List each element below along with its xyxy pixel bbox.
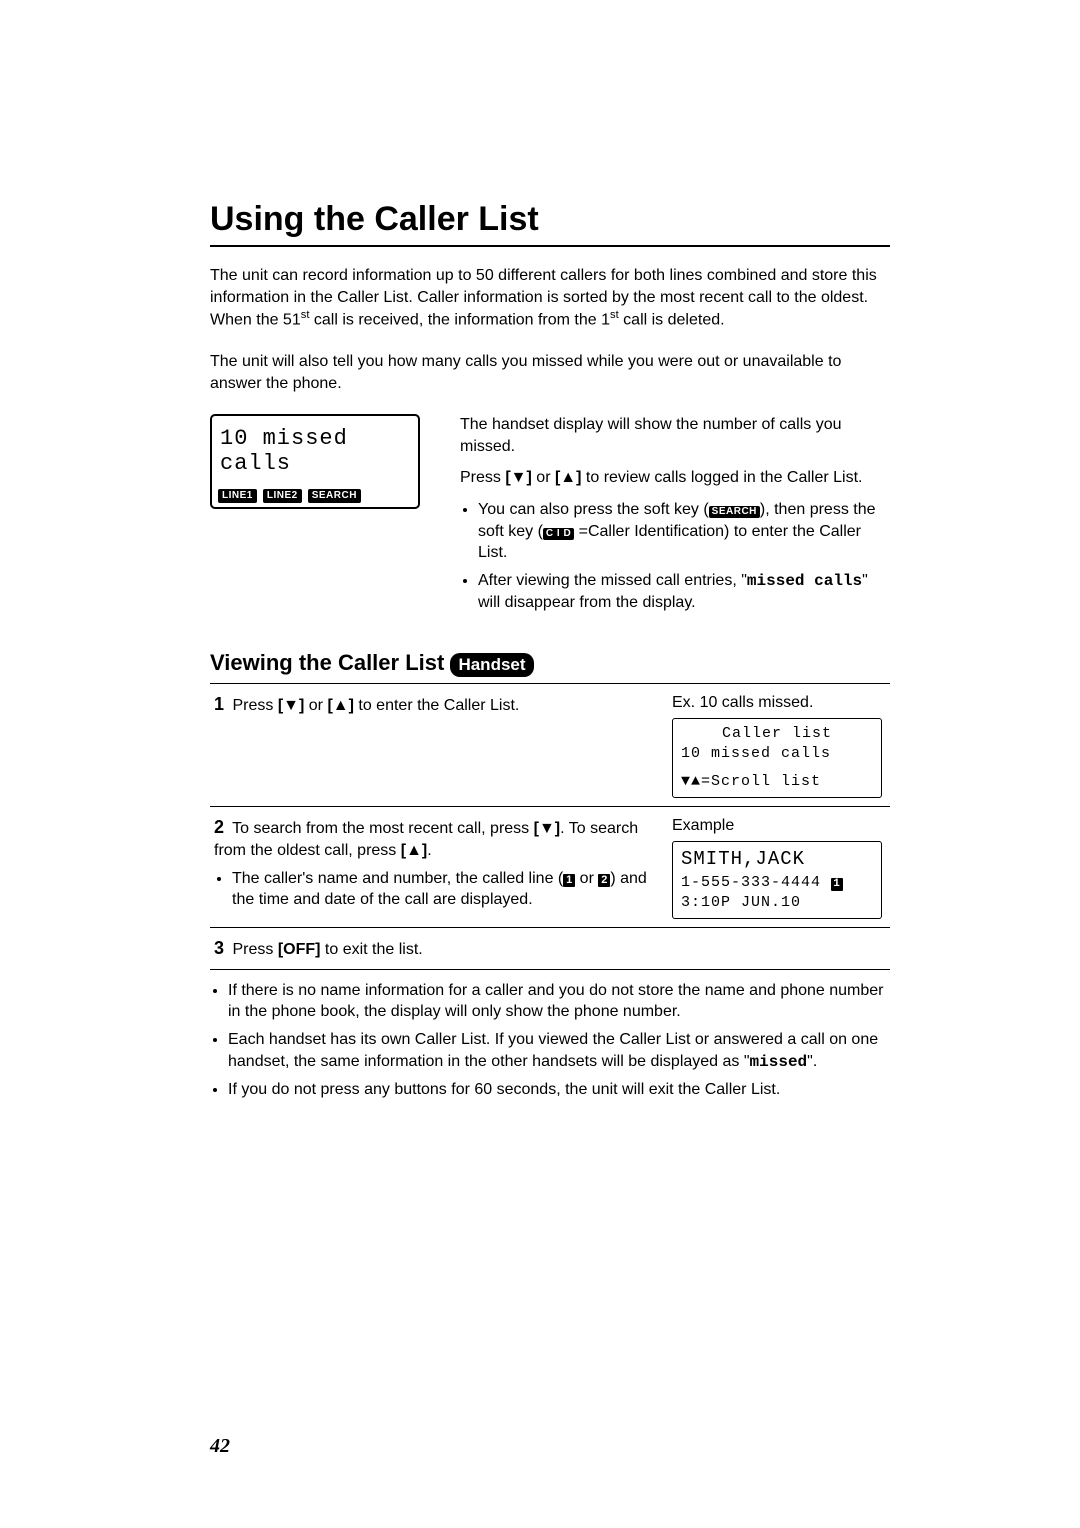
- cid-key-inline: C I D: [543, 528, 574, 540]
- missed-calls-mono: missed calls: [747, 572, 862, 590]
- s2-lcd-l3: 3:10P JUN.10: [681, 893, 873, 913]
- s2-lcd-l1: SMITH,JACK: [681, 847, 873, 873]
- up-key: [▲]: [555, 469, 582, 486]
- right-p2: Press [▼] or [▲] to review calls logged …: [460, 467, 890, 489]
- s2sb: or: [575, 870, 598, 887]
- s2a: To search from the most recent call, pre…: [232, 820, 533, 837]
- subheading: Viewing the Caller List Handset: [210, 650, 890, 677]
- softkey-search: SEARCH: [308, 489, 361, 503]
- s2-lcd-l2: 1-555-333-4444 1: [681, 873, 873, 893]
- handset-badge: Handset: [450, 653, 533, 677]
- right-p1: The handset display will show the number…: [460, 414, 890, 457]
- right-description: The handset display will show the number…: [460, 414, 890, 620]
- s1b: to enter the Caller List.: [354, 697, 519, 714]
- off-key: [OFF]: [278, 941, 321, 958]
- intro-paragraph-1: The unit can record information up to 50…: [210, 265, 890, 331]
- softkey-line1: LINE1: [218, 489, 257, 503]
- s3a: Press: [232, 941, 277, 958]
- title-rule: [210, 245, 890, 247]
- line1-icon: 1: [563, 874, 575, 887]
- s2-line-indicator: 1: [831, 878, 843, 891]
- s2sa: The caller's name and number, the called…: [232, 870, 563, 887]
- s2l2a: 1-555-333-4444: [681, 874, 831, 891]
- step-1-num: 1: [214, 694, 228, 714]
- steps-table: 1 Press [▼] or [▲] to enter the Caller L…: [210, 683, 890, 970]
- s1-lcd: Caller list 10 missed calls ▼▲=Scroll li…: [672, 718, 882, 799]
- intro-paragraph-2: The unit will also tell you how many cal…: [210, 351, 890, 394]
- t: Press: [460, 469, 505, 486]
- intro1b: call is received, the information from t…: [309, 312, 610, 329]
- footnote-3: If you do not press any buttons for 60 s…: [228, 1079, 890, 1101]
- s2down: [▼]: [534, 820, 561, 837]
- s3b: to exit the list.: [320, 941, 422, 958]
- step-2-row: 2 To search from the most recent call, p…: [210, 807, 890, 928]
- page-title: Using the Caller List: [210, 200, 890, 239]
- footnote-1: If there is no name information for a ca…: [228, 980, 890, 1023]
- s2up: [▲]: [401, 842, 428, 859]
- s1-lcd-l3: ▼▲=Scroll list: [681, 772, 873, 792]
- down-key: [▼]: [505, 469, 532, 486]
- step-2-num: 2: [214, 817, 228, 837]
- search-key-inline: SEARCH: [709, 506, 760, 518]
- right-bullet-2: After viewing the missed call entries, "…: [478, 570, 890, 614]
- intro1sup2: st: [610, 309, 619, 321]
- b1a: You can also press the soft key (: [478, 501, 709, 518]
- s2c: .: [427, 842, 431, 859]
- handset-display: 10 missed calls LINE1 LINE2 SEARCH: [210, 414, 420, 509]
- f2b: ".: [807, 1053, 817, 1070]
- missed-mono: missed: [750, 1053, 808, 1071]
- softkey-line2: LINE2: [263, 489, 302, 503]
- s2-lcd: SMITH,JACK 1-555-333-4444 1 3:10P JUN.10: [672, 841, 882, 919]
- up-key2: [▲]: [327, 697, 354, 714]
- line2-icon: 2: [598, 874, 610, 887]
- step-3-num: 3: [214, 938, 228, 958]
- lcd-line1: 10 missed calls: [220, 426, 410, 476]
- intro1c: call is deleted.: [619, 312, 725, 329]
- t2: or: [532, 469, 555, 486]
- s1-lcd-l1: Caller list: [681, 724, 873, 744]
- s1or: or: [304, 697, 327, 714]
- s2-caption: Example: [672, 815, 882, 837]
- t3: to review calls logged in the Caller Lis…: [581, 469, 862, 486]
- right-bullet-1: You can also press the soft key (SEARCH)…: [478, 499, 890, 564]
- step-3-row: 3 Press [OFF] to exit the list.: [210, 928, 890, 970]
- b2a: After viewing the missed call entries, ": [478, 572, 747, 589]
- s1-caption: Ex. 10 calls missed.: [672, 692, 882, 714]
- s1a: Press: [232, 697, 277, 714]
- down-key2: [▼]: [278, 697, 305, 714]
- subheading-text: Viewing the Caller List: [210, 650, 444, 675]
- page-number: 42: [210, 1435, 230, 1458]
- footnotes: If there is no name information for a ca…: [210, 980, 890, 1101]
- step-1-row: 1 Press [▼] or [▲] to enter the Caller L…: [210, 684, 890, 807]
- footnote-2: Each handset has its own Caller List. If…: [228, 1029, 890, 1073]
- s1-lcd-l2: 10 missed calls: [681, 744, 873, 764]
- s2-sub: The caller's name and number, the called…: [232, 868, 660, 911]
